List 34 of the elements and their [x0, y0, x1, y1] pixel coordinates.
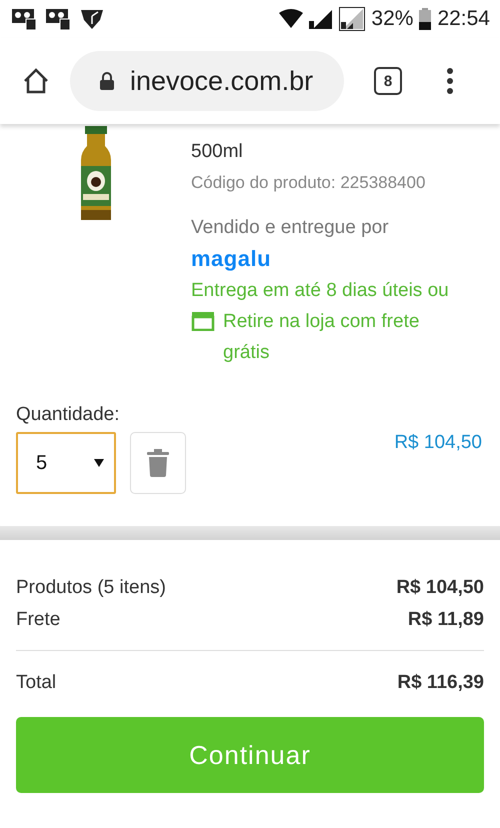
menu-icon[interactable]	[446, 67, 454, 95]
delete-button[interactable]	[130, 432, 186, 494]
quantity-label: Quantidade:	[16, 404, 121, 426]
total-label: Total	[16, 671, 56, 695]
pickup-text: Retire na loja com frete grátis	[223, 310, 420, 365]
delivery-text: Entrega em até 8 dias úteis ou	[191, 279, 450, 303]
wifi-icon	[279, 9, 304, 29]
lock-icon	[100, 72, 114, 90]
home-icon[interactable]	[22, 67, 50, 95]
seller-label: Vendido e entregue por	[191, 216, 390, 240]
seller-logo: magalu	[191, 245, 272, 273]
quantity-dropdown[interactable]: 5	[16, 432, 116, 494]
store-icon	[191, 311, 215, 331]
summary-label: Frete	[16, 608, 60, 632]
summary-label: Produtos (5 itens)	[16, 576, 166, 600]
voicemail-icon	[46, 7, 72, 31]
battery-icon	[419, 8, 432, 30]
url-text: inevoce.com.br	[130, 66, 314, 96]
signal-icon	[309, 8, 334, 30]
product-code: Código do produto: 225388400	[191, 172, 426, 194]
shield-icon	[80, 8, 104, 30]
signal-icon	[339, 7, 366, 31]
caret-icon	[94, 459, 104, 467]
trash-icon	[147, 449, 169, 477]
tab-count-button[interactable]: 8	[374, 67, 402, 95]
total-value: R$ 116,39	[397, 671, 484, 695]
address-bar[interactable]: inevoce.com.br	[70, 51, 344, 111]
clock: 22:54	[437, 7, 490, 31]
product-size: 500ml	[191, 140, 244, 164]
battery-percent: 32%	[371, 7, 414, 31]
item-price: R$ 104,50	[394, 432, 482, 455]
summary-value: R$ 11,89	[408, 608, 484, 632]
summary-value: R$ 104,50	[396, 576, 484, 600]
voicemail-icon	[12, 7, 38, 31]
